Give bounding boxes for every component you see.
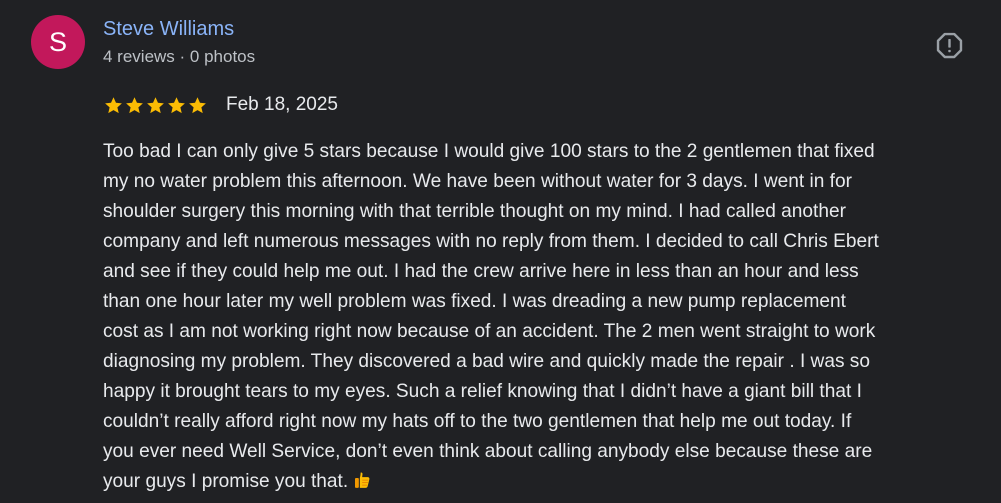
star-rating: [104, 96, 207, 115]
review-line: my no water problem this afternoon. We h…: [103, 171, 852, 192]
star-icon: [105, 96, 122, 113]
review-date: Feb 18, 2025: [226, 94, 338, 115]
rating-row: Feb 18, 2025: [104, 93, 338, 117]
review-line: couldn’t really afford right now my hats…: [103, 411, 852, 432]
avatar[interactable]: S: [31, 15, 85, 69]
star-icon: [126, 96, 143, 113]
reviewer-meta[interactable]: 4 reviews · 0 photos: [103, 46, 255, 68]
review-line: you ever need Well Service, don’t even t…: [103, 441, 873, 462]
star-icon: [147, 96, 164, 113]
review-line: than one hour later my well problem was …: [103, 291, 846, 312]
avatar-initial: S: [48, 26, 67, 57]
report-flag-icon[interactable]: [935, 31, 964, 60]
review-line: diagnosing my problem. They discovered a…: [103, 351, 870, 372]
star-icon: [189, 96, 206, 113]
star-icon: [168, 96, 185, 113]
review-line: cost as I am not working right now becau…: [103, 321, 876, 342]
thumbs-up-icon: [355, 472, 370, 488]
review-line: shoulder surgery this morning with that …: [103, 201, 846, 222]
review-line: and see if they could help me out. I had…: [103, 261, 859, 282]
review-line: your guys I promise you that.: [103, 467, 993, 497]
review-line: Too bad I can only give 5 stars because …: [103, 141, 875, 162]
reviewer-name-link[interactable]: Steve Williams: [103, 17, 234, 41]
review-line: happy it brought tears to my eyes. Such …: [103, 381, 862, 402]
review-text: Too bad I can only give 5 stars because …: [103, 137, 993, 497]
review-line: company and left numerous messages with …: [103, 231, 879, 252]
